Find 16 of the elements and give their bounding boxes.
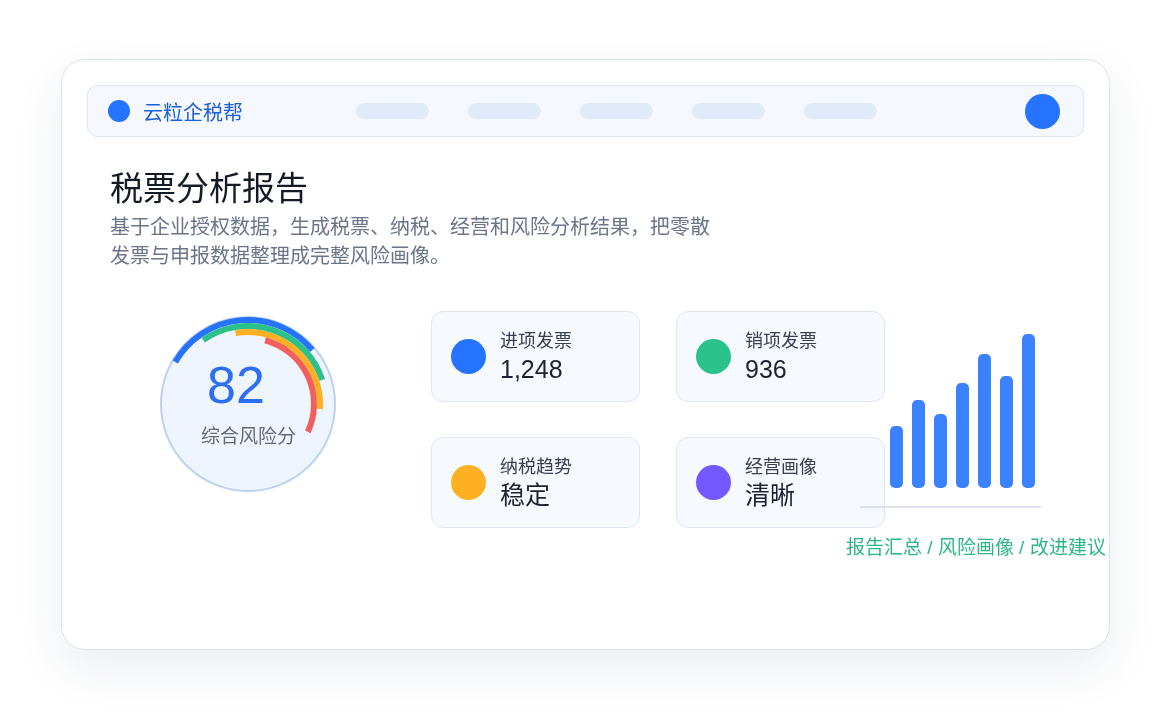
score-label: 综合风险分 [200,425,296,448]
logo-icon [108,100,130,122]
metric-label: 经营画像 [745,455,817,479]
metric-label: 纳税趋势 [500,455,572,479]
score-value: 82 [207,359,265,411]
metric-value: 936 [745,353,788,385]
avatar-icon[interactable] [1025,93,1060,129]
metric-label: 进项发票 [500,329,572,353]
report-description: 基于企业授权数据，生成税票、纳税、经营和风险分析结果，把零散发票与申报数据整理成完整风险画像。 [110,215,711,269]
metric-value: 稳定 [500,479,551,511]
metric-value: 1,248 [500,353,564,385]
metric-label: 销项发票 [745,329,817,353]
metric-value: 清晰 [745,479,796,511]
report-title: 税票分析报告 [110,169,308,209]
chart-caption: 报告汇总 / 风险画像 / 改进建议 [846,536,1106,560]
brand-name: 云粒企税帮 [143,100,243,126]
